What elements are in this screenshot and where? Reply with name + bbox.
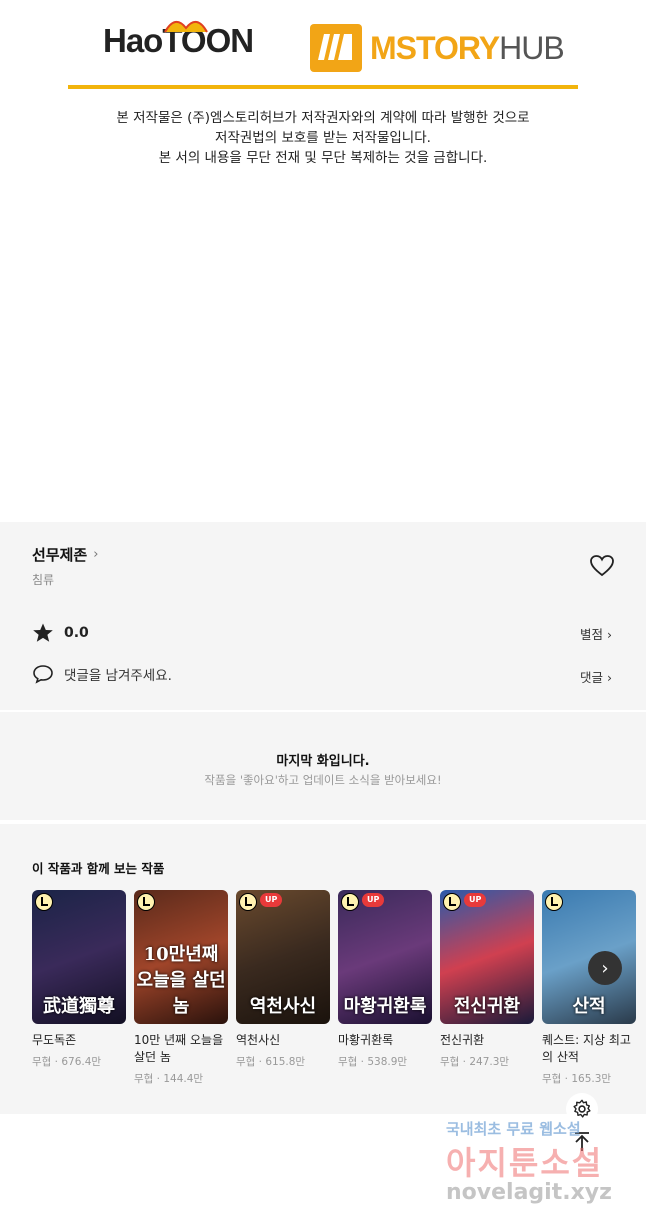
recommendation-title: 무도독존 [32,1033,77,1047]
heart-icon[interactable] [589,554,615,578]
publisher-header: HaoTOON MSTORYHUB 본 저작물은 (주)엠스토리허브가 저작권자… [0,0,646,200]
recommendation-title: 10만 년째 오늘을 살던 놈 [134,1033,224,1064]
copyright-notice-line: 본 서의 내용을 무단 전재 및 무단 복제하는 것을 금합니다. [158,150,488,166]
copyright-notice: 본 저작물은 (주)엠스토리허브가 저작권자와의 계약에 따라 발행한 것으로 … [0,108,646,168]
recommendation-card[interactable]: UP 마황귀환록 마황귀환록 무협 · 538.9만 [338,890,432,1069]
clock-icon [137,893,155,911]
clock-icon [341,893,359,911]
gear-icon [573,1099,591,1118]
haotoon-logo: HaoTOON [103,21,254,72]
recommendation-thumbnail: 산적 [542,890,636,1024]
speech-bubble-icon [33,665,53,684]
work-genre: 침류 [32,573,55,587]
header-divider [68,85,578,89]
rating-value: 0.0 [64,625,89,641]
thumbnail-caption: 마황귀환록 [343,996,427,1017]
up-badge: UP [362,893,385,907]
chevron-right-icon: › [601,957,609,979]
recommendation-thumbnail: UP 전신귀환 [440,890,534,1024]
copyright-notice-line: 본 저작물은 (주)엠스토리허브가 저작권자와의 계약에 따라 발행한 것으로 [116,110,530,126]
content-blank-area [0,200,646,522]
thumbnail-caption: 武道獨尊 [43,996,115,1017]
recommendations-section: 이 작품과 함께 보는 작품 武道獨尊 무도독존무협 · 676.4만 10만년째 … [0,824,646,1114]
comment-placeholder: 댓글을 남겨주세요. [64,668,172,684]
chevron-right-icon: › [607,627,612,642]
recommendation-meta: 무협 · 144.4만 [134,1073,204,1085]
thumbnail-caption: 역천사신 [249,996,317,1017]
comment-input-row[interactable]: 댓글을 남겨주세요. [32,664,172,684]
chevron-right-icon: › [607,670,612,685]
recommendation-card[interactable]: UP 전신귀환 전신귀환 무협 · 247.3만 [440,890,534,1069]
watermark-text: 아지툰소설 [446,1144,604,1182]
clock-icon [545,893,563,911]
last-episode-panel: 마지막 화입니다. 작품을 '좋아요'하고 업데이트 소식을 받아보세요! [0,712,646,820]
mstoryhub-logo: MSTORYHUB [310,24,565,72]
recommendation-card[interactable]: 10만년째 오늘을 살던놈 10만 년째 오늘을 살던 놈무협 · 144.4만 [134,890,228,1086]
thumbnail-caption: 산적 [572,996,606,1017]
recommendation-title: 역천사신 [236,1033,281,1047]
watermark-text: 국내최초 무료 웹소설 [446,1120,581,1138]
comments-button[interactable]: 댓글 › [580,667,612,686]
haotoon-logo-wing [164,21,208,33]
recommendation-meta: 무협 · 615.8만 [236,1056,306,1068]
recommendation-title: 퀘스트: 지상 최고의 산적 [542,1033,631,1064]
recommendation-card[interactable]: UP 역천사신 역천사신 무협 · 615.8만 [236,890,330,1069]
recommendation-title: 마황귀환록 [338,1033,394,1047]
watermark-text: novelagit.xyz [446,1180,612,1205]
thumbnail-caption: 전신귀환 [453,996,521,1017]
mstoryhub-logo-text: MSTORYHUB [370,29,565,66]
last-episode-heading: 마지막 화입니다. [276,754,370,769]
recommendation-card[interactable]: 武道獨尊 무도독존무협 · 676.4만 [32,890,126,1069]
recommendation-thumbnail: 武道獨尊 [32,890,126,1024]
recommendation-thumbnail: UP 마황귀환록 [338,890,432,1024]
work-info-panel: 선무제존 › 침류 0.0 별점 › 댓글을 남겨주세요. 댓글 › [0,522,646,710]
rating-row: 0.0 [32,622,89,644]
work-title-link[interactable]: 선무제존 › [32,544,98,565]
copyright-notice-line: 저작권법의 보호를 받는 저작물입니다. [215,130,431,146]
work-title: 선무제존 [32,546,88,564]
clock-icon [35,893,53,911]
up-badge: UP [260,893,283,907]
clock-icon [443,893,461,911]
recommendation-thumbnail: 10만년째 오늘을 살던놈 [134,890,228,1024]
rate-button[interactable]: 별점 › [580,624,612,643]
recommendation-meta: 무협 · 676.4만 [32,1056,102,1068]
thumbnail-caption: 10만년째 오늘을 살던놈 [136,944,226,1017]
recommendation-meta: 무협 · 165.3만 [542,1073,612,1085]
recommendation-thumbnail: UP 역천사신 [236,890,330,1024]
recommendation-meta: 무협 · 538.9만 [338,1056,408,1068]
carousel-next-button[interactable]: › [588,951,622,985]
star-icon [33,623,53,642]
recommendation-meta: 무협 · 247.3만 [440,1056,510,1068]
recommendation-card[interactable]: 산적퀘스트: 지상 최고의 산적무협 · 165.3만 [542,890,636,1086]
up-badge: UP [464,893,487,907]
clock-icon [239,893,257,911]
chevron-right-icon: › [93,547,99,562]
recommendations-header: 이 작품과 함께 보는 작품 [32,861,165,876]
recommendation-title: 전신귀환 [440,1033,485,1047]
mstoryhub-logo-badge [310,24,362,72]
last-episode-subtext: 작품을 '좋아요'하고 업데이트 소식을 받아보세요! [204,773,442,787]
